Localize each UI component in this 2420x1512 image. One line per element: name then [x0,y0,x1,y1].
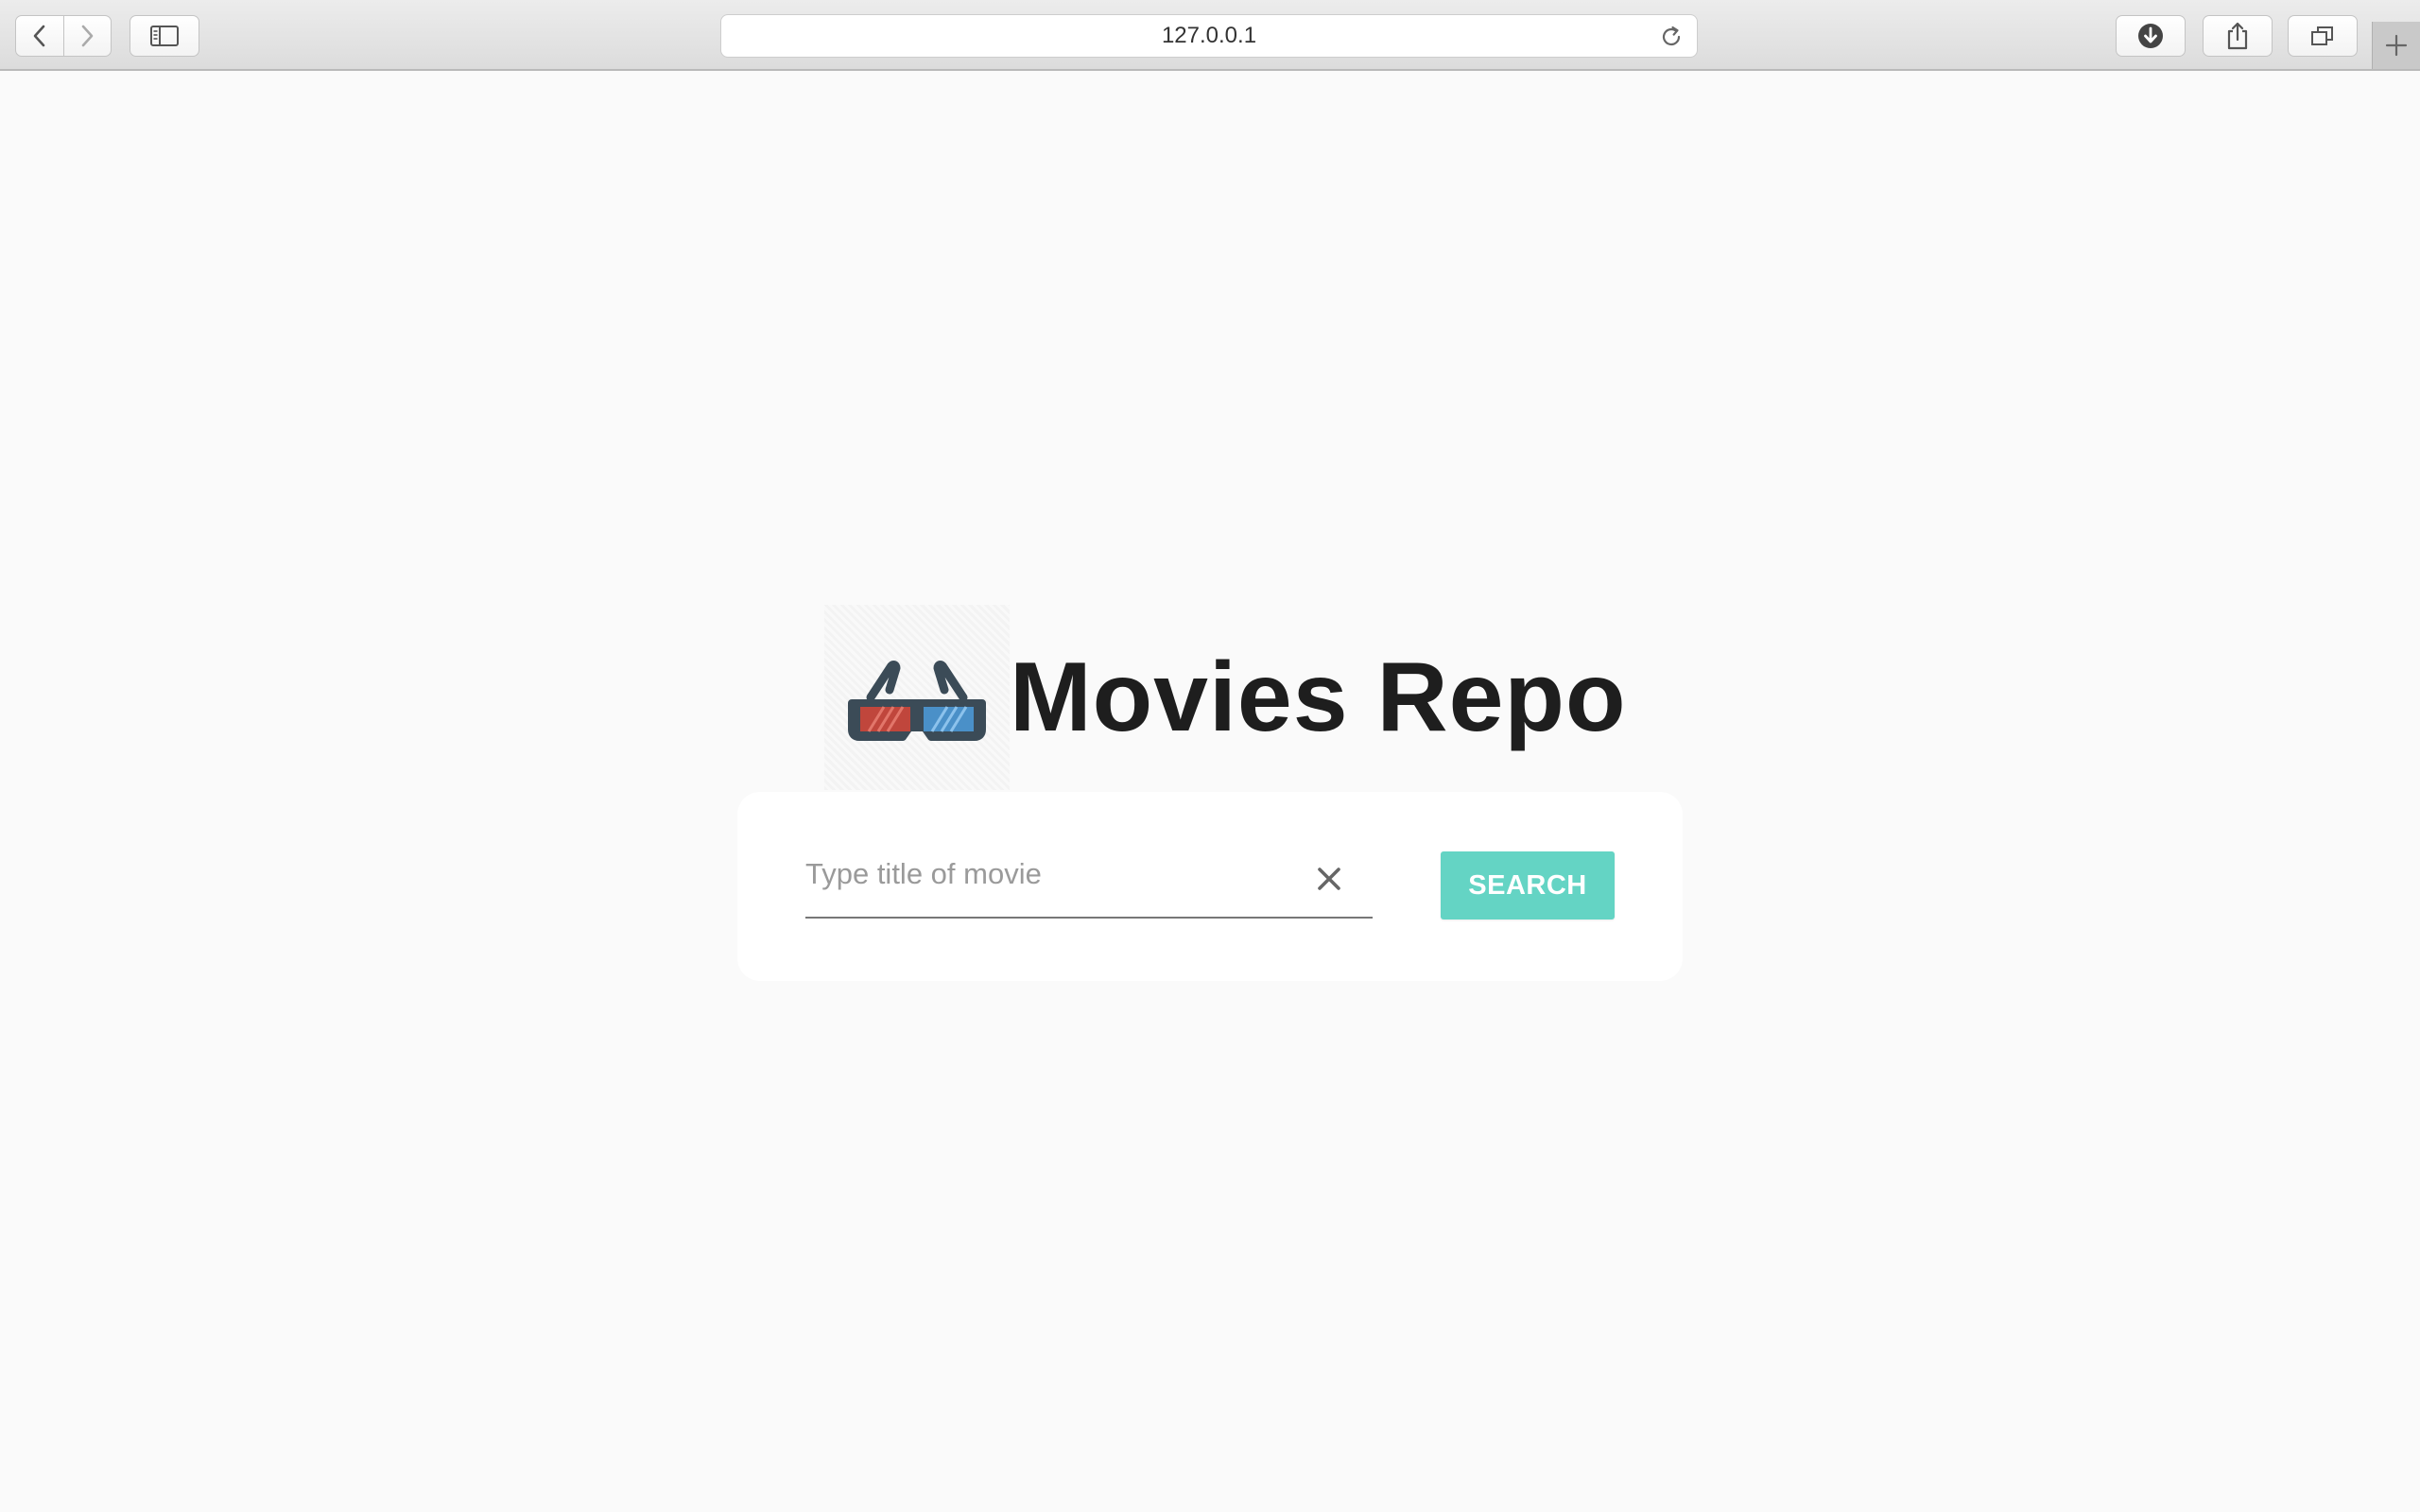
sidebar-icon [150,26,179,46]
reload-icon[interactable] [1659,25,1684,49]
back-button[interactable] [16,16,63,56]
downloads-button[interactable] [2116,15,2186,57]
chevron-left-icon [33,25,45,47]
download-icon [2138,24,2163,48]
new-tab-button[interactable] [2372,22,2420,69]
navigation-buttons [15,15,112,57]
address-text: 127.0.0.1 [1161,23,1257,48]
app-header: Movies Repo [824,605,1626,790]
search-button[interactable]: SEARCH [1441,851,1615,919]
logo [824,605,1010,790]
address-bar[interactable]: 127.0.0.1 [720,14,1698,58]
share-button[interactable] [2203,15,2273,57]
browser-toolbar: 127.0.0.1 [0,0,2420,71]
clear-search-button[interactable] [1310,860,1348,898]
search-card: SEARCH [737,792,1683,981]
search-field [805,843,1373,919]
tab-overview-button[interactable] [2288,15,2358,57]
search-input[interactable] [805,843,1297,905]
chevron-right-icon [81,25,94,47]
3d-glasses-icon [848,661,986,741]
close-icon [1318,868,1340,890]
plus-icon [2385,34,2408,57]
share-icon [2227,22,2248,50]
page-title: Movies Repo [1010,642,1627,752]
tab-overview-icon [2311,26,2333,45]
forward-button[interactable] [62,16,112,56]
sidebar-button[interactable] [130,15,199,57]
